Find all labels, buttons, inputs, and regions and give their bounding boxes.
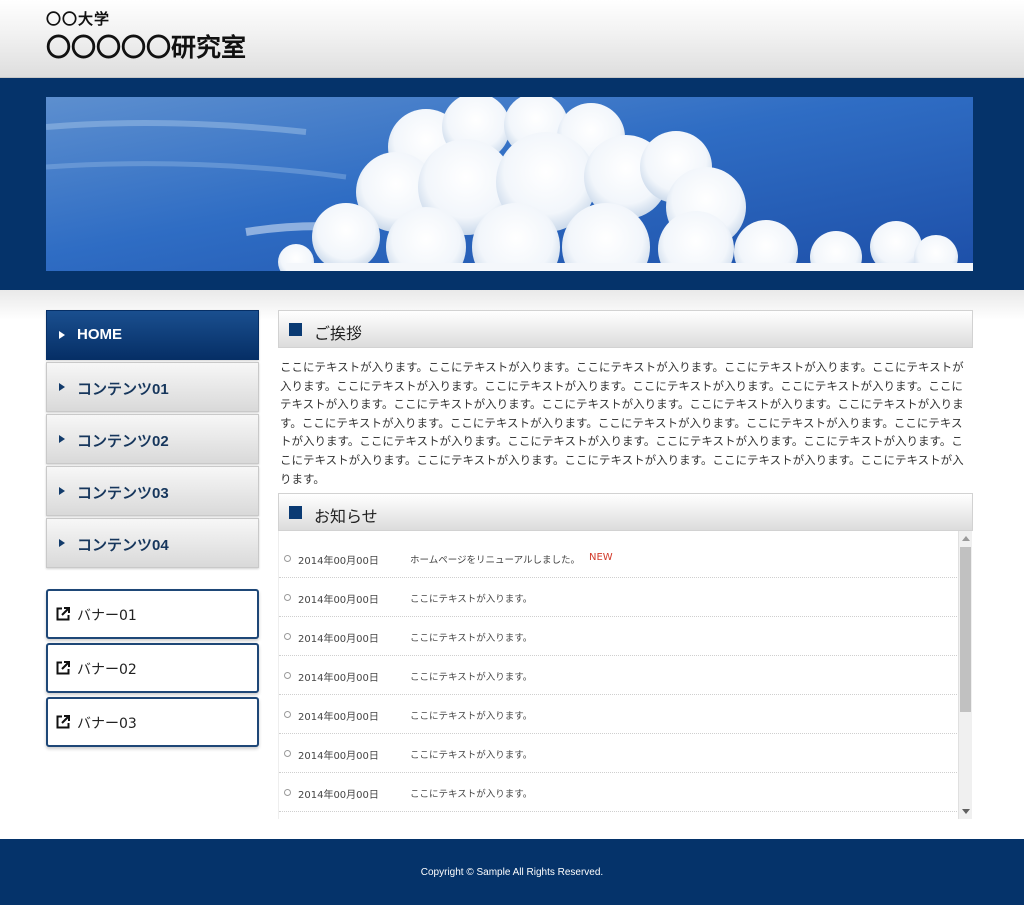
- news-date: 2014年00月00日: [298, 634, 379, 645]
- news-text[interactable]: ここにテキストが入ります。: [410, 786, 532, 800]
- circle-bullet-icon: [284, 750, 291, 757]
- circle-bullet-icon: [284, 555, 291, 562]
- news-text[interactable]: ここにテキストが入ります。: [410, 669, 532, 683]
- triangle-right-icon: [59, 539, 65, 547]
- sidebar-nav: HOME コンテンツ01 コンテンツ02 コンテンツ03 コンテンツ04: [46, 310, 259, 570]
- scroll-down-arrow-icon[interactable]: [962, 809, 970, 814]
- banner-02[interactable]: バナー02: [46, 643, 259, 693]
- new-badge: NEW: [589, 552, 613, 563]
- nav-item-contents01[interactable]: コンテンツ01: [46, 362, 259, 412]
- news-list[interactable]: 2014年00月00日 ホームページをリニューアルしました。 NEW 2014年…: [278, 531, 973, 819]
- site-footer: Copyright © Sample All Rights Reserved.: [0, 839, 1024, 905]
- scroll-thumb[interactable]: [960, 547, 971, 712]
- triangle-right-icon: [59, 383, 65, 391]
- news-text[interactable]: ここにテキストが入ります。: [410, 630, 532, 644]
- triangle-right-icon: [59, 435, 65, 443]
- news-date: 2014年00月00日: [298, 556, 379, 567]
- news-heading: お知らせ: [278, 493, 973, 531]
- news-scrollbar[interactable]: [958, 531, 972, 819]
- circle-bullet-icon: [284, 711, 291, 718]
- triangle-right-icon: [59, 487, 65, 495]
- sky-clouds-illustration: [46, 97, 973, 271]
- greeting-body: ここにテキストが入ります。ここにテキストが入ります。ここにテキストが入ります。こ…: [280, 360, 964, 486]
- nav-item-label: コンテンツ01: [77, 381, 169, 398]
- circle-bullet-icon: [284, 633, 291, 640]
- external-link-icon: [56, 715, 70, 729]
- site-header: 〇〇大学 〇〇〇〇〇研究室: [0, 0, 1024, 78]
- nav-item-label: コンテンツ04: [77, 537, 169, 554]
- circle-bullet-icon: [284, 789, 291, 796]
- banner-label: バナー02: [77, 662, 137, 678]
- news-item: 2014年00月00日 ここにテキストが入ります。: [279, 656, 959, 695]
- news-date: 2014年00月00日: [298, 790, 379, 801]
- banner-label: バナー03: [77, 716, 137, 732]
- nav-item-label: コンテンツ03: [77, 485, 169, 502]
- lab-title[interactable]: 〇〇〇〇〇研究室: [46, 28, 246, 64]
- banner-label: バナー01: [77, 608, 137, 624]
- triangle-right-icon: [59, 331, 65, 339]
- nav-item-home[interactable]: HOME: [46, 310, 259, 360]
- banner-03[interactable]: バナー03: [46, 697, 259, 747]
- nav-item-contents02[interactable]: コンテンツ02: [46, 414, 259, 464]
- external-link-icon: [56, 607, 70, 621]
- circle-bullet-icon: [284, 672, 291, 679]
- news-text[interactable]: ここにテキストが入ります。: [410, 591, 532, 605]
- nav-item-label: HOME: [77, 326, 122, 343]
- news-date: 2014年00月00日: [298, 751, 379, 762]
- news-item: 2014年00月00日 ここにテキストが入ります。: [279, 734, 959, 773]
- news-item: 2014年00月00日 ホームページをリニューアルしました。 NEW: [279, 539, 959, 578]
- nav-item-label: コンテンツ02: [77, 433, 169, 450]
- news-item: 2014年00月00日 ここにテキストが入ります。: [279, 617, 959, 656]
- nav-item-contents03[interactable]: コンテンツ03: [46, 466, 259, 516]
- nav-item-contents04[interactable]: コンテンツ04: [46, 518, 259, 568]
- copyright-text: Copyright © Sample All Rights Reserved.: [420, 867, 604, 878]
- news-item: 2014年00月00日 ここにテキストが入ります。: [279, 578, 959, 617]
- news-title: お知らせ: [314, 507, 378, 526]
- news-item: 2014年00月00日 ここにテキストが入ります。: [279, 695, 959, 734]
- university-name: 〇〇大学: [46, 10, 111, 28]
- hero-image: [46, 97, 973, 271]
- external-link-icon: [56, 661, 70, 675]
- greeting-heading: ご挨拶: [278, 310, 973, 348]
- news-text[interactable]: ここにテキストが入ります。: [410, 747, 532, 761]
- news-date: 2014年00月00日: [298, 595, 379, 606]
- square-bullet-icon: [289, 506, 302, 519]
- news-item: 2014年00月00日 ここにテキストが入ります。: [279, 773, 959, 812]
- news-date: 2014年00月00日: [298, 673, 379, 684]
- banner-01[interactable]: バナー01: [46, 589, 259, 639]
- banner-list: バナー01 バナー02 バナー03: [46, 589, 259, 751]
- square-bullet-icon: [289, 323, 302, 336]
- scroll-up-arrow-icon[interactable]: [962, 536, 970, 541]
- news-date: 2014年00月00日: [298, 712, 379, 723]
- circle-bullet-icon: [284, 594, 291, 601]
- news-text[interactable]: ここにテキストが入ります。: [410, 708, 532, 722]
- greeting-title: ご挨拶: [314, 324, 363, 343]
- news-text[interactable]: ホームページをリニューアルしました。: [410, 552, 580, 566]
